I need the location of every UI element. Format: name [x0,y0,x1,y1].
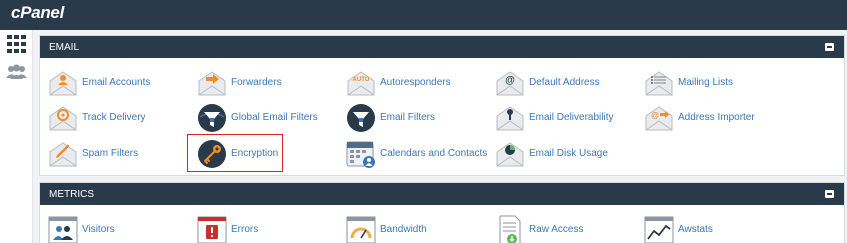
encryption-highlight-box [187,134,283,172]
errors-icon [197,216,227,243]
global-email-filters-icon [198,104,226,132]
address-importer-icon: @ [645,106,673,131]
raw-access-icon [499,215,521,243]
email-accounts-icon [49,71,77,96]
calendars-contacts-label: Calendars and Contacts [380,148,488,159]
address-importer-label: Address Importer [678,112,755,123]
autoresponders-icon: AUTO [347,71,375,96]
metrics-panel: METRICS Visitors Errors Bandwidth Raw Ac… [39,182,845,243]
svg-text:@: @ [505,75,515,86]
spam-filters-icon [49,142,77,167]
email-deliverability-icon [496,106,524,131]
email-disk-usage-icon [496,142,524,167]
users-icon[interactable] [6,64,27,82]
default-address-label: Default Address [529,77,600,88]
top-bar: cPanel [0,0,847,30]
email-accounts-label: Email Accounts [82,77,151,88]
email-disk-usage-label: Email Disk Usage [529,148,608,159]
mailing-lists-icon [645,71,673,96]
email-filters-icon [347,104,375,132]
svg-text:@: @ [651,111,659,120]
email-panel-header[interactable]: EMAIL [40,36,844,58]
awstats-icon [644,216,674,243]
raw-access-label: Raw Access [529,224,584,235]
visitors-label: Visitors [82,224,115,235]
awstats-label: Awstats [678,224,713,235]
metrics-panel-title: METRICS [49,189,94,200]
bandwidth-label: Bandwidth [380,224,427,235]
grid-icon[interactable] [6,35,27,53]
side-nav [0,30,33,243]
forwarders-icon [198,71,226,96]
calendars-contacts-icon [346,141,375,168]
email-panel: EMAIL Email Accounts Forwarders AUTO Aut… [39,35,845,176]
cpanel-logo[interactable]: cPanel [11,3,64,23]
default-address-icon: @ [496,71,524,96]
global-email-filters-label: Global Email Filters [231,112,318,123]
spam-filters-label: Spam Filters [82,148,139,159]
collapse-icon[interactable] [825,43,834,51]
track-delivery-label: Track Delivery [82,112,146,123]
auto-badge: AUTO [353,77,370,83]
forwarders-label: Forwarders [231,77,282,88]
collapse-icon[interactable] [825,190,834,198]
autoresponders-label: Autoresponders [380,77,451,88]
email-filters-label: Email Filters [380,112,436,123]
email-deliverability-label: Email Deliverability [529,112,614,123]
bandwidth-icon [346,216,376,243]
email-panel-title: EMAIL [49,42,80,53]
visitors-icon [48,216,78,243]
track-delivery-icon [49,106,77,131]
mailing-lists-label: Mailing Lists [678,77,734,88]
errors-label: Errors [231,224,259,235]
metrics-panel-header[interactable]: METRICS [40,183,844,205]
